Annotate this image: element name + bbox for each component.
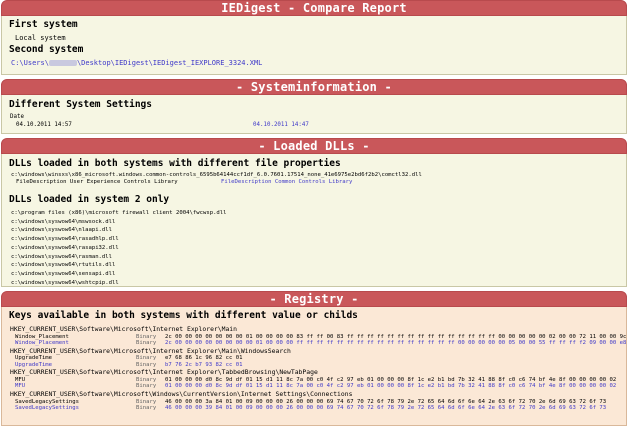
registry-value-type: Binary bbox=[136, 333, 157, 340]
dlls-diff-heading: DLLs loaded in both systems with differe… bbox=[9, 158, 341, 169]
list-item: c:\windows\syswow64\rasapi32.dll bbox=[11, 244, 119, 251]
path-prefix: C:\Users\ bbox=[11, 59, 49, 67]
dlls-only-list: c:\program files (x86)\microsoft firewal… bbox=[2, 209, 626, 286]
registry-value-type: Binary bbox=[136, 405, 157, 412]
registry-value-data: 46 00 00 00 39 84 01 00 09 00 00 00 26 0… bbox=[165, 405, 607, 412]
registry-value-name: MFU bbox=[15, 383, 26, 390]
sysinfo-section: Different System Settings Date 04.10.201… bbox=[1, 95, 627, 134]
registry-value-name: MFU bbox=[15, 376, 26, 383]
first-system-heading: First system bbox=[9, 19, 78, 30]
registry-value-data: b7 76 2c b7 93 82 cc 01 bbox=[165, 361, 243, 368]
sysinfo-header: - Systeminformation - bbox=[1, 79, 627, 95]
first-system-value: Local system bbox=[15, 34, 66, 42]
list-item: c:\windows\syswow64\nlaapi.dll bbox=[11, 227, 113, 234]
registry-row: MFU Binary 01 00 00 00 d0 8c 9d df 01 15… bbox=[2, 377, 626, 384]
list-item: c:\windows\syswow64\mswsock.dll bbox=[11, 218, 116, 225]
registry-value-type: Binary bbox=[136, 383, 157, 390]
registry-group: HKEY_CURRENT_USER\Software\Microsoft\Int… bbox=[2, 325, 626, 347]
registry-value-name: UpgradeTime bbox=[15, 361, 53, 368]
dlls-diff-prop-2: FileDescription Common Controls Library bbox=[221, 179, 353, 185]
registry-group: HKEY_CURRENT_USER\Software\Microsoft\Int… bbox=[2, 347, 626, 369]
registry-row: UpgradeTime Binary e7 68 86 1c 96 82 cc … bbox=[2, 355, 626, 362]
sysinfo-date-2: 04.10.2011 14:47 bbox=[253, 121, 309, 128]
registry-header: - Registry - bbox=[1, 291, 627, 307]
registry-row: SavedLegacySettings Binary 46 00 00 00 3… bbox=[2, 405, 626, 412]
registry-group: HKEY_CURRENT_USER\Software\Microsoft\Int… bbox=[2, 368, 626, 390]
list-item: c:\program files (x86)\microsoft firewal… bbox=[11, 210, 227, 216]
registry-value-data: 2c 00 00 00 00 00 00 00 01 00 00 00 00 8… bbox=[165, 333, 626, 340]
registry-value-data: 2c 00 00 00 00 00 00 00 00 01 00 00 00 f… bbox=[165, 340, 626, 347]
list-item: c:\windows\syswow64\wshtcpip.dll bbox=[11, 279, 119, 286]
registry-row: Window_Placement Binary 2c 00 00 00 00 0… bbox=[2, 340, 626, 347]
dlls-section: DLLs loaded in both systems with differe… bbox=[1, 154, 627, 287]
registry-value-name: UpgradeTime bbox=[15, 355, 53, 362]
dlls-header: - Loaded DLLs - bbox=[1, 138, 627, 154]
registry-key: HKEY_CURRENT_USER\Software\Microsoft\Win… bbox=[10, 390, 353, 399]
list-item: c:\windows\syswow64\sensapi.dll bbox=[11, 270, 116, 277]
registry-value-data: e7 68 86 1c 96 82 cc 01 bbox=[165, 355, 243, 362]
registry-value-type: Binary bbox=[136, 361, 157, 368]
redacted-username bbox=[48, 60, 77, 66]
registry-row: UpgradeTime Binary b7 76 2c b7 93 82 cc … bbox=[2, 362, 626, 369]
compare-section: First system Local system Second system … bbox=[1, 16, 627, 75]
sysinfo-date-1: 04.10.2011 14:57 bbox=[16, 121, 72, 128]
dlls-only-heading: DLLs loaded in system 2 only bbox=[9, 194, 170, 205]
registry-heading: Keys available in both systems with diff… bbox=[9, 310, 358, 321]
registry-value-data: 01 00 00 00 d0 8c 9d df 01 15 d1 11 8c 7… bbox=[165, 376, 617, 383]
second-system-path[interactable]: C:\Users\ \Desktop\IEDigest\IEDigest_IEXP… bbox=[11, 59, 626, 68]
path-suffix: \Desktop\IEDigest\IEDigest_IEXPLORE_3324… bbox=[76, 59, 263, 67]
registry-value-type: Binary bbox=[136, 340, 157, 347]
report-title: IEDigest - Compare Report bbox=[1, 0, 627, 16]
second-system-heading: Second system bbox=[9, 44, 84, 55]
list-item: c:\windows\syswow64\rtutils.dll bbox=[11, 262, 116, 269]
list-item: c:\windows\syswow64\rasman.dll bbox=[11, 253, 113, 260]
registry-value-name: SavedLegacySettings bbox=[15, 405, 79, 412]
dlls-diff-path: c:\windows\winsxs\x86_microsoft.windows.… bbox=[11, 172, 422, 178]
dlls-diff-props: FileDescription User Experience Controls… bbox=[2, 179, 626, 186]
sysinfo-date-label: Date bbox=[10, 114, 24, 120]
registry-value-name: Window_Placement bbox=[15, 333, 69, 340]
registry-value-name: Window_Placement bbox=[15, 340, 69, 347]
list-item: c:\windows\syswow64\rasadhlp.dll bbox=[11, 236, 119, 243]
registry-row: MFU Binary 01 00 00 00 d0 8c 9d df 01 15… bbox=[2, 383, 626, 390]
registry-key: HKEY_CURRENT_USER\Software\Microsoft\Int… bbox=[10, 325, 238, 333]
report-page: IEDigest - Compare Report First system L… bbox=[1, 0, 627, 426]
registry-key: HKEY_CURRENT_USER\Software\Microsoft\Int… bbox=[10, 346, 291, 355]
registry-value-type: Binary bbox=[136, 355, 157, 362]
registry-group: HKEY_CURRENT_USER\Software\Microsoft\Win… bbox=[2, 390, 626, 412]
registry-value-data: 01 00 00 00 d0 8c 9d df 01 15 d1 11 8c 7… bbox=[165, 383, 617, 390]
sysinfo-subheading: Different System Settings bbox=[9, 99, 152, 110]
registry-key: HKEY_CURRENT_USER\Software\Microsoft\Int… bbox=[10, 368, 318, 377]
registry-section: Keys available in both systems with diff… bbox=[1, 307, 627, 426]
registry-value-type: Binary bbox=[136, 376, 157, 383]
dlls-diff-prop-1: FileDescription User Experience Controls… bbox=[16, 179, 178, 185]
sysinfo-date-row: 04.10.2011 14:57 04.10.2011 14:47 bbox=[2, 122, 626, 130]
registry-row: Window_Placement Binary 2c 00 00 00 00 0… bbox=[2, 334, 626, 341]
